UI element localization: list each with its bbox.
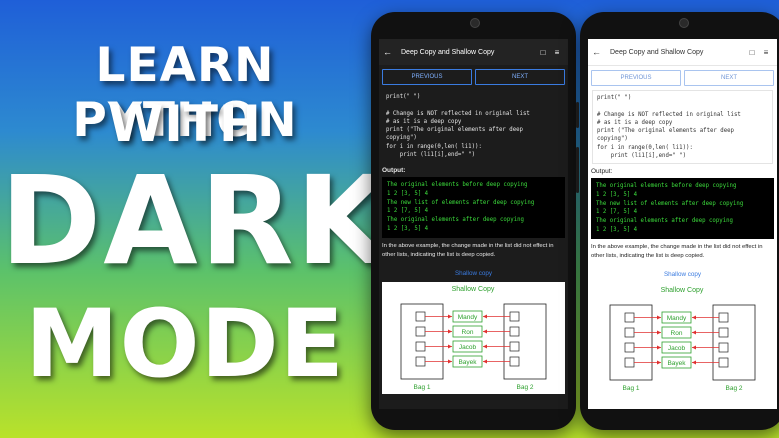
bag2-slot (509, 326, 520, 336)
section-link-shallow-copy[interactable]: Shallow copy (379, 264, 568, 280)
output-console: The original elements before deep copyin… (591, 178, 774, 239)
description-text: In the above example, the change made in… (591, 243, 763, 259)
next-button[interactable]: NEXT (684, 70, 774, 86)
volume-button (576, 147, 579, 193)
item-label: Jacob (668, 345, 686, 352)
camera-icon (469, 18, 480, 28)
bag2-slot (718, 327, 729, 337)
arrowhead-right (692, 315, 696, 320)
bag1-box (609, 304, 653, 380)
item-label: Mandy (667, 315, 687, 322)
output-label: Output: (591, 168, 613, 176)
bag1-label: Bag 1 (414, 384, 431, 391)
bag1-slot (415, 341, 426, 351)
item-label: Ron (671, 330, 683, 337)
item-label: Jacob (459, 344, 477, 351)
item-label: Bayek (458, 359, 477, 366)
bag1-slot (415, 326, 426, 336)
bag2-slot (718, 342, 729, 352)
arrowhead-left (657, 360, 661, 365)
arrowhead-right (483, 329, 487, 334)
bag2-label: Bag 2 (726, 385, 743, 392)
diagram-svg: Shallow Copy Mandy Ron Jacob Bayek Bag 1 Bag 2 (609, 287, 756, 392)
diagram-title: Shallow Copy (452, 286, 495, 293)
item-label: Bayek (667, 360, 686, 367)
arrowhead-left (448, 314, 452, 319)
app-bar: ← Deep Copy and Shallow Copy □ ≡ (588, 39, 777, 66)
camera-icon (678, 18, 689, 28)
screen-dark: ← Deep Copy and Shallow Copy □ ≡ PREVIOU… (379, 39, 568, 409)
previous-button[interactable]: PREVIOUS (591, 70, 681, 86)
bag1-slot (624, 342, 635, 352)
bag2-slot (509, 311, 520, 321)
arrowhead-left (657, 345, 661, 350)
item-label: Mandy (458, 314, 478, 321)
previous-button[interactable]: PREVIOUS (382, 69, 472, 85)
bag1-box (400, 303, 444, 379)
bag2-slot (718, 357, 729, 367)
shallow-copy-diagram: Shallow Copy Mandy Ron Jacob Bayek Bag 1 Bag 2 (382, 281, 565, 394)
section-link-shallow-copy[interactable]: Shallow copy (588, 265, 777, 281)
arrowhead-right (483, 359, 487, 364)
app-bar: ← Deep Copy and Shallow Copy □ ≡ (379, 39, 568, 65)
bag2-label: Bag 2 (517, 384, 534, 391)
arrowhead-right (483, 344, 487, 349)
headline-mode: MODE (25, 290, 345, 399)
arrowhead-left (657, 330, 661, 335)
diagram-title: Shallow Copy (661, 287, 704, 294)
bag1-label: Bag 1 (623, 385, 640, 392)
output-label: Output: (382, 167, 406, 175)
arrow-left-icon[interactable]: ← (592, 47, 606, 57)
page-title: Deep Copy and Shallow Copy (610, 48, 704, 56)
arrowhead-right (692, 360, 696, 365)
bag1-slot (415, 356, 426, 366)
item-label: Ron (462, 329, 474, 336)
next-button[interactable]: NEXT (475, 69, 565, 85)
bag1-slot (624, 327, 635, 337)
bag2-slot (718, 312, 729, 322)
arrowhead-right (483, 314, 487, 319)
arrowhead-left (448, 329, 452, 334)
headline-with: WITH (108, 95, 262, 153)
bag1-slot (624, 312, 635, 322)
bookmark-icon[interactable]: □ (536, 48, 550, 57)
sliders-icon[interactable]: ≡ (759, 48, 773, 57)
nav-row: PREVIOUS NEXT (588, 66, 777, 90)
output-console: The original elements before deep copyin… (382, 177, 565, 238)
power-button (576, 102, 579, 128)
page-title: Deep Copy and Shallow Copy (401, 48, 495, 56)
nav-row: PREVIOUS NEXT (379, 65, 568, 89)
headline-dark: DARK (0, 150, 393, 292)
arrowhead-left (657, 315, 661, 320)
arrowhead-left (448, 359, 452, 364)
code-block: print(" ") # Change is NOT reflected in … (592, 90, 773, 165)
screen-light: ← Deep Copy and Shallow Copy □ ≡ PREVIOU… (588, 39, 777, 409)
bag1-slot (415, 311, 426, 321)
arrowhead-left (448, 344, 452, 349)
description-text: In the above example, the change made in… (382, 242, 554, 258)
diagram-svg: Shallow Copy Mandy Ron Jacob Bayek Bag 1 Bag 2 (400, 286, 547, 391)
code-block: print(" ") # Change is NOT reflected in … (386, 94, 530, 159)
shallow-copy-diagram: Shallow Copy Mandy Ron Jacob Bayek Bag 1 Bag 2 (591, 282, 774, 395)
bag1-slot (624, 357, 635, 367)
arrow-left-icon[interactable]: ← (383, 47, 397, 57)
bag2-slot (509, 356, 520, 366)
sliders-icon[interactable]: ≡ (550, 48, 564, 57)
arrowhead-right (692, 345, 696, 350)
bookmark-icon[interactable]: □ (745, 48, 759, 57)
bag2-slot (509, 341, 520, 351)
arrowhead-right (692, 330, 696, 335)
phone-dark-mode: ← Deep Copy and Shallow Copy □ ≡ PREVIOU… (371, 12, 579, 430)
phone-light-mode: ← Deep Copy and Shallow Copy □ ≡ PREVIOU… (580, 12, 779, 430)
